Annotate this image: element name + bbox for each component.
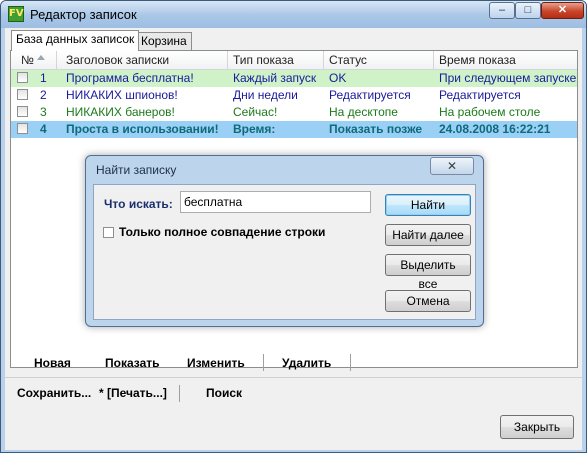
list-item[interactable]: 4 Проста в использовании! Время: Показать п… [11, 121, 577, 138]
find-button[interactable]: Найти [385, 194, 471, 216]
cell-num: 4 [40, 122, 47, 136]
row-checkbox[interactable] [17, 123, 28, 134]
dialog-close-icon[interactable]: ✕ [430, 157, 474, 175]
cell-type: Время: [233, 122, 276, 136]
list-header: № Заголовок записки Тип показа Статус Вр… [11, 51, 577, 70]
show-button[interactable]: Показать [105, 356, 160, 370]
cell-title: Проста в использовании! [66, 122, 219, 136]
cell-time: Редактируется [439, 88, 521, 102]
find-dialog: Найти записку ✕ Что искать: Только полно… [85, 155, 484, 327]
action-toolbar: Новая Показать Изменить Удалить [5, 348, 582, 376]
close-button[interactable]: Закрыть [500, 415, 574, 439]
window-title: Редактор записок [30, 7, 137, 22]
cell-status: OK [329, 71, 347, 85]
list-item[interactable]: 1 Программа бесплатна! Каждый запуск OK При … [11, 70, 577, 87]
dialog-body: Что искать: Только полное совпадение стр… [93, 184, 476, 320]
search-input[interactable] [180, 191, 371, 213]
cell-title: НИКАКИХ шпионов! [66, 88, 178, 102]
column-header-number[interactable]: № [21, 53, 34, 67]
list-item[interactable]: 2 НИКАКИХ шпионов! Дни недели Редактируется… [11, 87, 577, 104]
title-bar[interactable]: FV Редактор записок – □ ✕ [1, 1, 586, 28]
main-window: FV Редактор записок – □ ✕ База данных за… [0, 0, 587, 453]
cell-num: 3 [40, 105, 47, 119]
select-all-button[interactable]: Выделить все [385, 254, 471, 291]
search-label: Что искать: [104, 197, 173, 211]
tab-trash[interactable]: Корзина [136, 32, 192, 50]
tab-notes-database[interactable]: База данных записок [11, 30, 140, 51]
row-checkbox[interactable] [17, 89, 28, 100]
search-button[interactable]: Поиск [206, 386, 242, 400]
print-button[interactable]: * [Печать...] [99, 386, 167, 400]
dialog-title: Найти записку [96, 163, 177, 177]
close-icon[interactable]: ✕ [541, 2, 584, 19]
cell-num: 1 [40, 71, 47, 85]
whole-match-label: Только полное совпадение строки [119, 225, 326, 239]
cell-num: 2 [40, 88, 47, 102]
minimize-icon[interactable]: – [489, 2, 515, 19]
column-header-status[interactable]: Статус [329, 53, 367, 67]
cell-title: Программа бесплатна! [66, 71, 194, 85]
app-icon: FV [8, 6, 24, 22]
cancel-button[interactable]: Отмена [385, 290, 471, 312]
cell-status: На десктопе [329, 105, 398, 119]
new-button[interactable]: Новая [34, 356, 71, 370]
cell-time: На рабочем столе [439, 105, 541, 119]
save-button[interactable]: Сохранить... [17, 386, 91, 400]
cell-type: Сейчас! [233, 105, 278, 119]
delete-button[interactable]: Удалить [282, 356, 331, 370]
cell-status: Показать позже [329, 122, 423, 136]
edit-button[interactable]: Изменить [187, 356, 245, 370]
row-checkbox[interactable] [17, 72, 28, 83]
whole-match-checkbox[interactable] [103, 227, 114, 238]
cell-time: При следующем запуске [439, 71, 577, 85]
file-toolbar: Сохранить... * [Печать...] Поиск [5, 377, 582, 408]
cell-type: Каждый запуск [233, 71, 317, 85]
sort-ascending-icon [37, 55, 45, 60]
row-checkbox[interactable] [17, 106, 28, 117]
cell-status: Редактируется [329, 88, 411, 102]
cell-type: Дни недели [233, 88, 298, 102]
column-header-display-time[interactable]: Время показа [439, 53, 516, 67]
cell-time: 24.08.2008 16:22:21 [439, 122, 551, 136]
column-header-title[interactable]: Заголовок записки [66, 53, 169, 67]
cell-title: НИКАКИХ банеров! [66, 105, 175, 119]
column-header-display-type[interactable]: Тип показа [233, 53, 294, 67]
maximize-icon[interactable]: □ [515, 2, 541, 19]
list-item[interactable]: 3 НИКАКИХ банеров! Сейчас! На десктопе На ра… [11, 104, 577, 121]
find-next-button[interactable]: Найти далее [385, 224, 471, 246]
